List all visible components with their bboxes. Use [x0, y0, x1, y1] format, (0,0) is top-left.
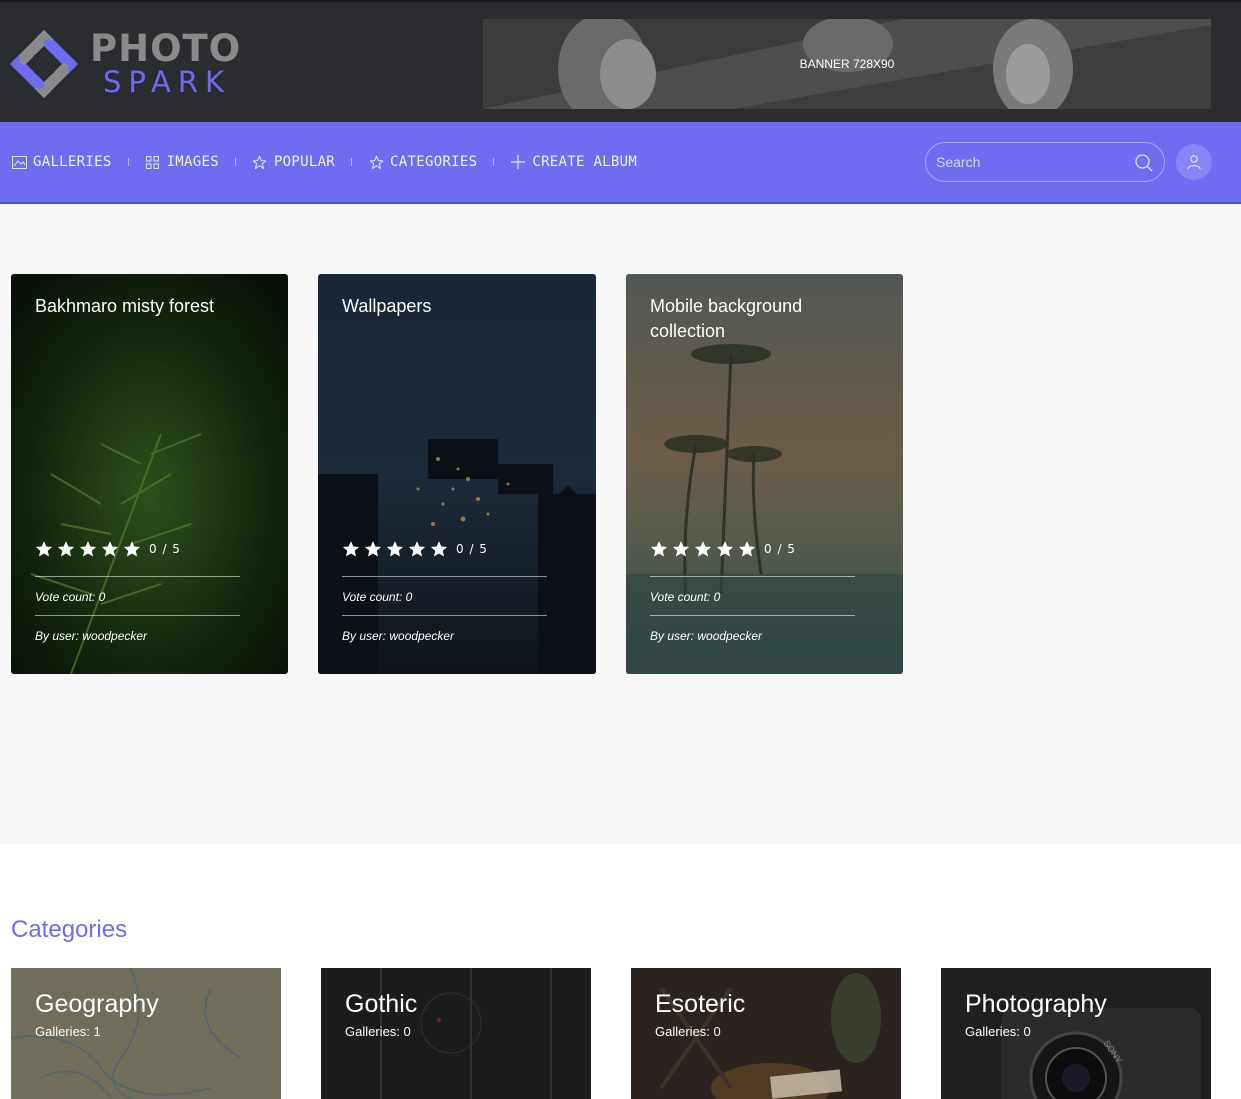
star-icon[interactable] [408, 540, 426, 558]
nav-create-album[interactable]: CREATE ALBUM [510, 154, 637, 170]
category-card[interactable]: Esoteric Galleries: 0 [631, 968, 901, 1099]
nav-images-label: IMAGES [166, 154, 219, 170]
search-box [925, 142, 1165, 182]
star-icon [252, 154, 268, 170]
author-label: By user: woodpecker [35, 629, 148, 643]
author-label: By user: woodpecker [342, 629, 455, 643]
category-name: Gothic [345, 990, 418, 1018]
star-icon [368, 154, 384, 170]
plus-icon [510, 154, 526, 170]
grid-icon [145, 154, 161, 170]
category-card[interactable]: Gothic Galleries: 0 [321, 968, 591, 1099]
galleries-section: Bakhmaro misty forest 0 / 5 Vote count: … [0, 204, 1241, 844]
gallery-title: Bakhmaro misty forest [35, 296, 215, 316]
nav-divider [351, 158, 353, 166]
categories-section: Categories Geography Galleries: 1 Gothic… [0, 844, 1241, 1099]
star-icon[interactable] [694, 540, 712, 558]
star-icon[interactable] [672, 540, 690, 558]
nav-popular[interactable]: POPULAR [252, 154, 335, 170]
user-icon [1187, 155, 1201, 170]
vote-count: Vote count: 0 [35, 590, 106, 604]
nav-popular-label: POPULAR [273, 154, 336, 170]
star-icon[interactable] [430, 540, 448, 558]
category-name: Esoteric [655, 990, 746, 1018]
user-account-button[interactable] [1176, 144, 1212, 180]
star-icon[interactable] [386, 540, 404, 558]
nav-images[interactable]: IMAGES [145, 154, 219, 170]
category-gallery-count: Galleries: 1 [35, 1024, 101, 1039]
category-name: Geography [35, 990, 159, 1018]
star-icon[interactable] [364, 540, 382, 558]
search-input[interactable] [936, 151, 1126, 173]
gallery-title: Wallpapers [342, 296, 432, 316]
image-icon [11, 154, 27, 170]
ad-banner[interactable]: BANNER 728X90 [483, 19, 1211, 109]
author-label: By user: woodpecker [650, 629, 763, 643]
category-gallery-count: Galleries: 0 [655, 1024, 721, 1039]
nav-galleries[interactable]: GALLERIES [11, 154, 112, 170]
category-name: Photography [965, 990, 1107, 1018]
main-navbar: GALLERIES IMAGES POPULAR CATEGORIES CREA… [0, 122, 1241, 204]
nav-menu: GALLERIES IMAGES POPULAR CATEGORIES CREA… [11, 122, 637, 202]
category-gallery-count: Galleries: 0 [965, 1024, 1031, 1039]
nav-create-album-label: CREATE ALBUM [532, 154, 638, 170]
nav-galleries-label: GALLERIES [33, 154, 112, 170]
star-icon[interactable] [101, 540, 119, 558]
nav-divider [493, 158, 495, 166]
logo-text-photo: PHOTO [90, 27, 242, 70]
star-rating: 0 / 5 [650, 540, 796, 558]
nav-divider [127, 158, 129, 166]
star-icon[interactable] [738, 540, 756, 558]
star-rating: 0 / 5 [342, 540, 488, 558]
divider [35, 576, 240, 577]
banner-label: BANNER 728X90 [799, 57, 895, 71]
gallery-card[interactable]: Mobile background collection 0 / 5 Vote … [626, 274, 903, 674]
divider [650, 615, 855, 616]
gallery-cover-image [11, 274, 288, 674]
divider [342, 576, 547, 577]
search-icon[interactable] [1134, 153, 1154, 173]
site-header: PHOTO SPARK BANNER 728X90 [0, 0, 1241, 122]
star-icon[interactable] [57, 540, 75, 558]
aperture-logo-icon [10, 30, 78, 98]
site-logo[interactable]: PHOTO SPARK [10, 29, 240, 99]
categories-heading: Categories [11, 916, 128, 943]
divider [650, 576, 855, 577]
star-icon[interactable] [35, 540, 53, 558]
gallery-card[interactable]: Wallpapers 0 / 5 Vote count: 0 By user: … [318, 274, 596, 674]
gallery-title: Mobile background collection [650, 296, 803, 341]
divider [35, 615, 240, 616]
vote-count: Vote count: 0 [342, 590, 413, 604]
category-card[interactable]: SONY Photography Galleries: 0 [941, 968, 1211, 1099]
page: { "header": { "logo_word1": "PHOTO", "lo… [0, 0, 1241, 1099]
rating-value: 0 / 5 [149, 542, 181, 556]
nav-categories[interactable]: CATEGORIES [368, 154, 477, 170]
gallery-card[interactable]: Bakhmaro misty forest 0 / 5 Vote count: … [11, 274, 288, 674]
gallery-cover-image [318, 274, 596, 674]
star-icon[interactable] [123, 540, 141, 558]
nav-categories-label: CATEGORIES [390, 154, 478, 170]
divider [342, 615, 547, 616]
rating-value: 0 / 5 [764, 542, 796, 556]
category-card[interactable]: Geography Galleries: 1 [11, 968, 281, 1099]
star-icon[interactable] [716, 540, 734, 558]
logo-text-spark: SPARK [103, 65, 232, 99]
star-icon[interactable] [79, 540, 97, 558]
nav-divider [234, 158, 236, 166]
star-rating: 0 / 5 [35, 540, 181, 558]
rating-value: 0 / 5 [456, 542, 488, 556]
star-icon[interactable] [650, 540, 668, 558]
vote-count: Vote count: 0 [650, 590, 721, 604]
category-gallery-count: Galleries: 0 [345, 1024, 411, 1039]
star-icon[interactable] [342, 540, 360, 558]
